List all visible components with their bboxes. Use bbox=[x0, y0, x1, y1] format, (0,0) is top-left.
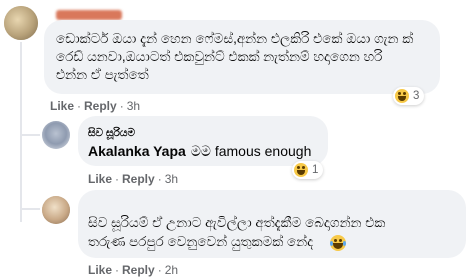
reply-2-line-2: තරුණ පරපුර වෙනුවෙන් යුතුකමක් නේද bbox=[88, 234, 314, 249]
reaction-count: 3 bbox=[413, 90, 420, 102]
separator: · bbox=[77, 99, 82, 113]
reply-button[interactable]: Reply bbox=[122, 263, 155, 277]
main-comment-reactions[interactable]: 3 bbox=[393, 87, 425, 105]
comment-timestamp[interactable]: 3h bbox=[127, 99, 140, 113]
like-button[interactable]: Like bbox=[88, 263, 112, 277]
reply-1-author[interactable]: සිව සූරියම bbox=[88, 124, 135, 142]
main-comment-line-3: එන්න ඒ පැත්තේ bbox=[56, 67, 149, 82]
reaction-count: 1 bbox=[312, 164, 319, 176]
separator: · bbox=[157, 263, 162, 277]
main-comment-line-1: ඩොක්ටර් ඔයා දැන් හෙන ෆේමස්,අන්න එලකිරි එ… bbox=[56, 31, 414, 46]
reply-connector-line bbox=[20, 208, 40, 210]
reply-1-message: මම famous enough bbox=[190, 143, 312, 159]
reply-1-actions: Like · Reply · 3h bbox=[88, 172, 178, 186]
reply-connector-line bbox=[20, 134, 40, 136]
separator: · bbox=[115, 172, 120, 186]
thread-connector-line bbox=[20, 42, 22, 222]
mention-link[interactable]: Akalanka Yapa bbox=[88, 143, 186, 159]
haha-emoji-icon bbox=[395, 89, 409, 103]
reply-1-reactions[interactable]: 1 bbox=[292, 161, 324, 179]
redacted-commenter-name bbox=[56, 10, 122, 20]
reply-timestamp[interactable]: 3h bbox=[165, 172, 178, 186]
commenter-avatar[interactable] bbox=[4, 6, 38, 40]
main-comment-actions: Like · Reply · 3h bbox=[50, 99, 140, 113]
main-comment-line-2: රෙඩ් යනවා,ඔයාටත් එකවුන්ට් එකක් නැත්නම් හ… bbox=[56, 49, 383, 64]
separator: · bbox=[157, 172, 162, 186]
like-button[interactable]: Like bbox=[50, 99, 74, 113]
separator: · bbox=[115, 263, 120, 277]
laughing-tears-emoji-icon bbox=[330, 235, 346, 251]
reply-2-avatar[interactable] bbox=[42, 196, 70, 224]
reply-timestamp[interactable]: 2h bbox=[165, 263, 178, 277]
like-button[interactable]: Like bbox=[88, 172, 112, 186]
reply-2-line-1: සිව සූරියම් ඒ උනාට ඇවිල්ලා අත්දැකීම බෙදා… bbox=[88, 215, 386, 230]
reply-1-text: Akalanka Yapa මම famous enough bbox=[88, 142, 311, 160]
reply-1-avatar[interactable] bbox=[42, 121, 70, 149]
haha-emoji-icon bbox=[294, 163, 308, 177]
reply-button[interactable]: Reply bbox=[122, 172, 155, 186]
reply-2-actions: Like · Reply · 2h bbox=[88, 263, 178, 277]
separator: · bbox=[119, 99, 124, 113]
reply-button[interactable]: Reply bbox=[84, 99, 117, 113]
